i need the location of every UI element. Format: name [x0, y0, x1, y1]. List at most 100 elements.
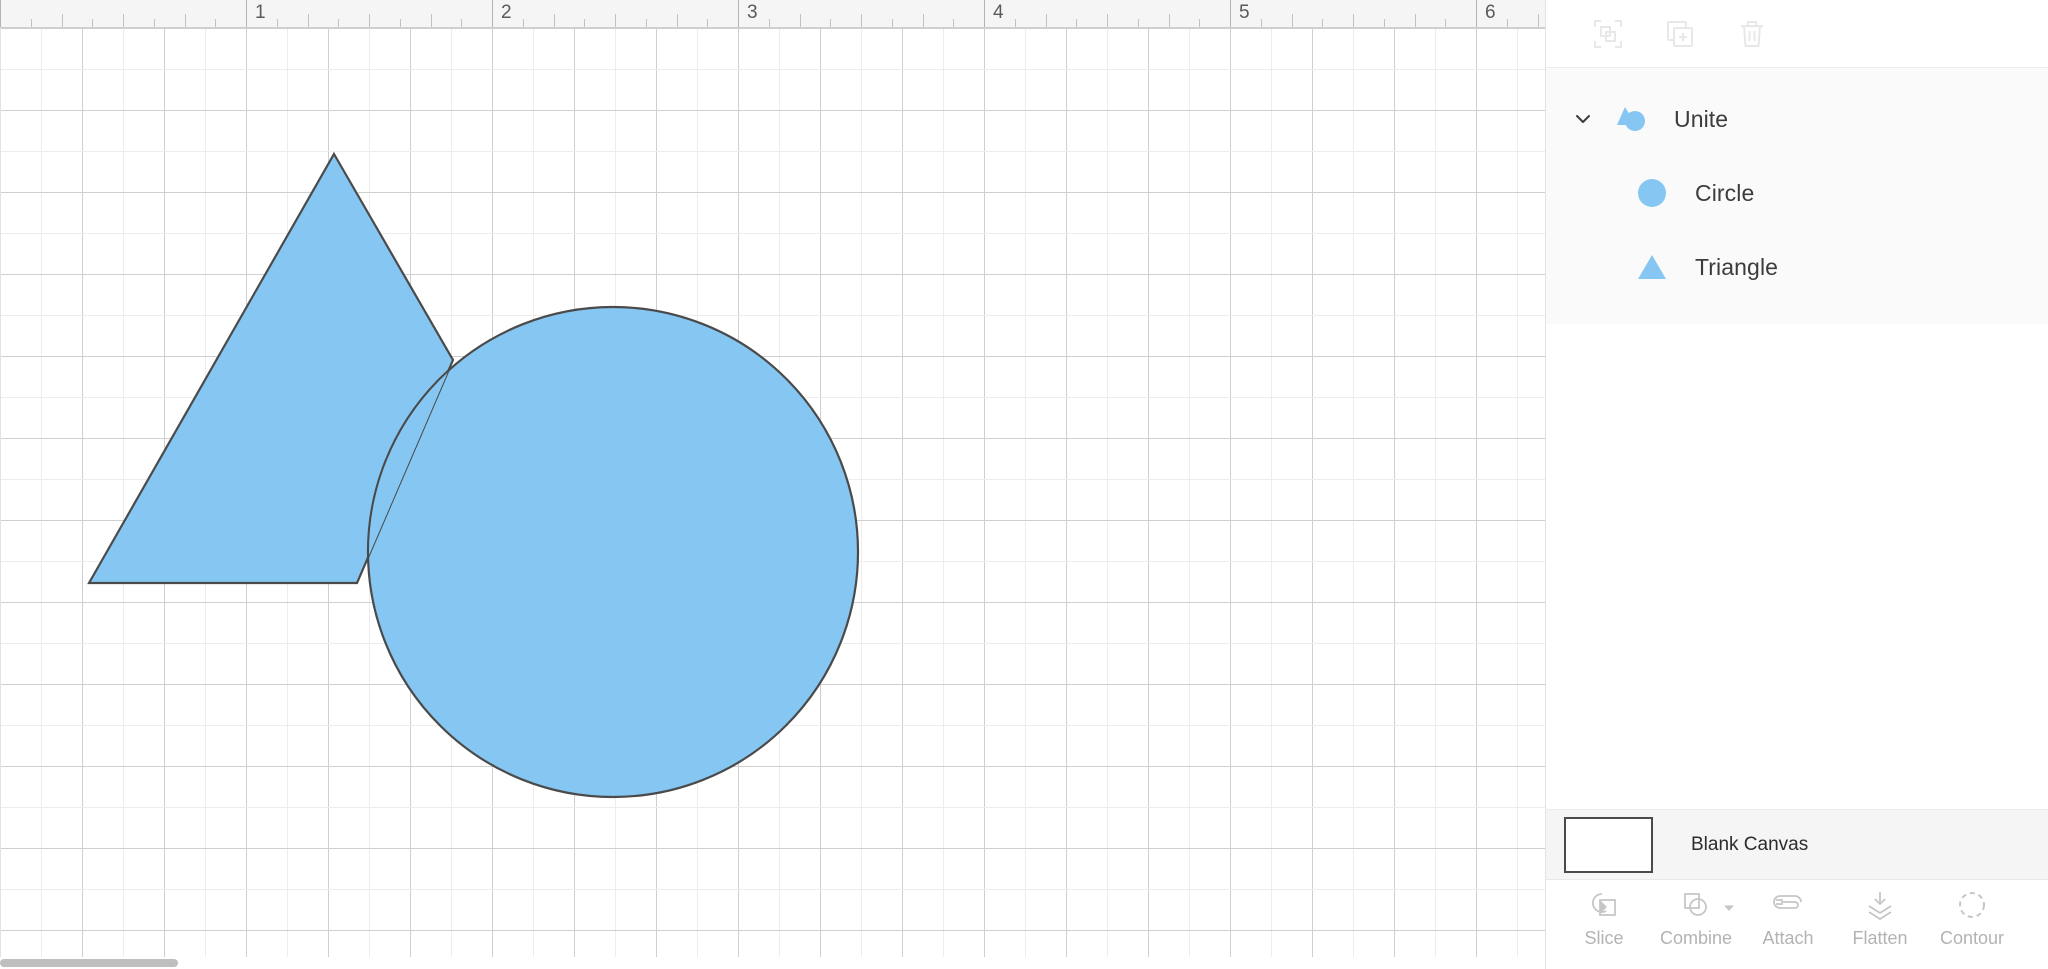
- canvas-color-swatch[interactable]: [1564, 817, 1653, 873]
- ruler-label: 2: [501, 2, 512, 24]
- shape-operations-toolbar: Slice Combine: [1546, 879, 2048, 969]
- ruler-label: 3: [747, 2, 758, 24]
- gridline: [205, 28, 206, 969]
- gridline: [533, 28, 534, 969]
- blank-canvas-label: Blank Canvas: [1691, 834, 1808, 856]
- ruler-tick: [1445, 19, 1446, 27]
- ruler-tick: [1384, 19, 1385, 27]
- ruler-tick: [800, 14, 801, 27]
- layer-row-triangle[interactable]: Triangle: [1546, 230, 2048, 304]
- ruler-tick: [1476, 0, 1477, 27]
- layers-panel-toolbar: [1546, 0, 2048, 68]
- attach-button[interactable]: Attach: [1742, 888, 1834, 949]
- slice-icon: [1588, 888, 1620, 922]
- layer-group-unite[interactable]: Unite Circle Triangle: [1546, 68, 2048, 324]
- contour-icon: [1956, 888, 1988, 922]
- circle-icon: [1631, 172, 1673, 214]
- ruler-tick: [185, 14, 186, 27]
- ruler-tick: [461, 19, 462, 27]
- combine-button[interactable]: Combine: [1650, 888, 1742, 949]
- ruler-tick: [554, 14, 555, 27]
- triangle-icon: [1631, 246, 1673, 288]
- ruler-tick: [1415, 14, 1416, 27]
- design-space-window: 123456: [0, 0, 2048, 969]
- ruler-tick: [861, 14, 862, 27]
- contour-button[interactable]: Contour: [1926, 888, 2018, 949]
- canvas-horizontal-scrollbar[interactable]: [0, 957, 1545, 969]
- layer-label-circle: Circle: [1695, 180, 1754, 207]
- gridline: [1394, 28, 1395, 969]
- gridline: [0, 233, 1545, 234]
- attach-icon: [1771, 888, 1805, 922]
- delete-icon[interactable]: [1735, 17, 1769, 51]
- gridline: [0, 643, 1545, 644]
- ruler-tick: [246, 0, 247, 27]
- chevron-down-icon[interactable]: [1568, 104, 1598, 134]
- ruler-tick: [1538, 14, 1539, 27]
- gridline: [1189, 28, 1190, 969]
- canvas-left-edge: [0, 28, 1, 969]
- gridline: [0, 889, 1545, 890]
- ruler-tick: [1353, 14, 1354, 27]
- gridline: [943, 28, 944, 969]
- ruler-label: 4: [993, 2, 1004, 24]
- ruler-tick: [400, 19, 401, 27]
- layers-panel: Unite Circle Triangle Blank Can: [1545, 0, 2048, 969]
- gridline: [861, 28, 862, 969]
- ruler-tick: [1046, 14, 1047, 27]
- gridline: [615, 28, 616, 969]
- group-icon[interactable]: [1591, 17, 1625, 51]
- gridline: [0, 930, 1545, 931]
- ruler-tick: [1076, 19, 1077, 27]
- ruler-tick: [1169, 14, 1170, 27]
- combine-label: Combine: [1660, 928, 1732, 949]
- blank-canvas-row[interactable]: Blank Canvas: [1546, 809, 2048, 879]
- ruler-label: 1: [255, 2, 266, 24]
- gridline: [82, 28, 83, 969]
- ruler-tick: [92, 19, 93, 27]
- gridline: [0, 725, 1545, 726]
- ruler-tick: [154, 19, 155, 27]
- duplicate-icon[interactable]: [1663, 17, 1697, 51]
- ruler-tick: [62, 14, 63, 27]
- layer-row-unite[interactable]: Unite: [1546, 82, 2048, 156]
- ruler-tick: [646, 19, 647, 27]
- ruler-tick: [431, 14, 432, 27]
- ruler-tick: [1138, 19, 1139, 27]
- gridline: [779, 28, 780, 969]
- ruler-tick: [953, 19, 954, 27]
- gridline: [123, 28, 124, 969]
- gridline: [0, 561, 1545, 562]
- gridline: [0, 397, 1545, 398]
- ruler-tick: [830, 19, 831, 27]
- gridline: [0, 602, 1545, 603]
- gridline: [820, 28, 821, 969]
- scrollbar-thumb[interactable]: [0, 959, 178, 967]
- gridline: [0, 69, 1545, 70]
- ruler-tick: [1230, 0, 1231, 27]
- ruler-tick: [31, 19, 32, 27]
- layers-list[interactable]: Unite Circle Triangle: [1546, 68, 2048, 809]
- slice-label: Slice: [1584, 928, 1623, 949]
- horizontal-ruler[interactable]: 123456: [0, 0, 1545, 28]
- contour-label: Contour: [1940, 928, 2004, 949]
- flatten-button[interactable]: Flatten: [1834, 888, 1926, 949]
- layer-row-circle[interactable]: Circle: [1546, 156, 2048, 230]
- ruler-tick: [584, 19, 585, 27]
- gridline: [902, 28, 903, 969]
- slice-button[interactable]: Slice: [1558, 888, 1650, 949]
- ruler-tick: [707, 19, 708, 27]
- gridline: [0, 192, 1545, 193]
- ruler-tick: [984, 0, 985, 27]
- gridline: [1353, 28, 1354, 969]
- combine-icon: [1680, 888, 1712, 922]
- gridline: [164, 28, 165, 969]
- gridline: [369, 28, 370, 969]
- gridline: [574, 28, 575, 969]
- canvas-area[interactable]: 123456: [0, 0, 1545, 969]
- ruler-tick: [677, 14, 678, 27]
- combine-dropdown-caret-icon[interactable]: [1722, 901, 1736, 920]
- ruler-label: 6: [1485, 2, 1496, 24]
- ruler-tick: [1507, 19, 1508, 27]
- ruler-tick: [369, 14, 370, 27]
